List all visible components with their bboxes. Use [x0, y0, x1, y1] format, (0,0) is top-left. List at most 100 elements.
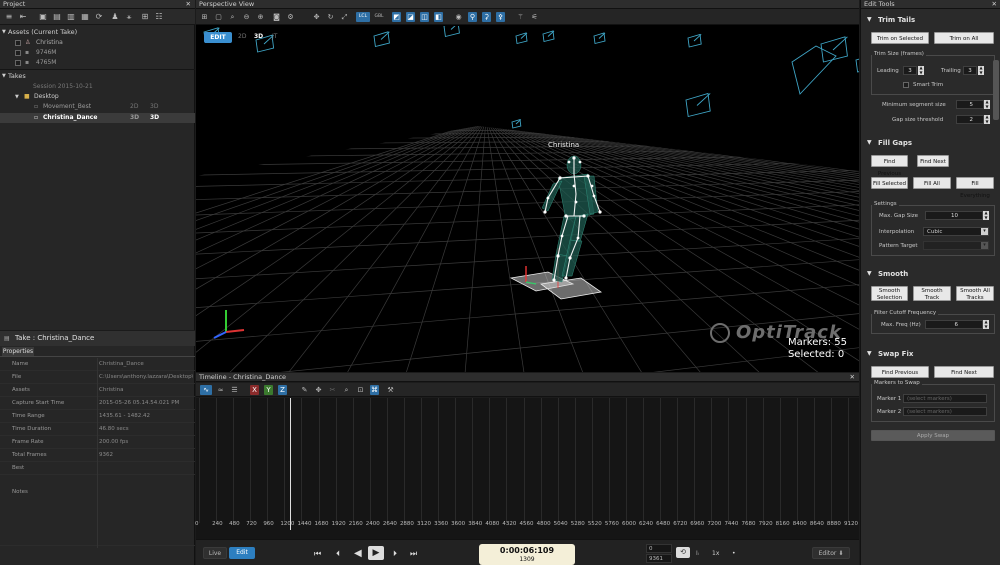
cut-icon[interactable]: ✂	[328, 385, 337, 395]
import-icon[interactable]: ⇤	[18, 12, 28, 22]
grid-view-icon[interactable]: ⊞	[140, 12, 150, 22]
find-next-button[interactable]: Find Next	[917, 155, 949, 167]
select-rigid-icon[interactable]: ◫	[420, 12, 429, 22]
actor-icon[interactable]: ♟	[110, 12, 120, 22]
collapse-triangle-icon[interactable]: ▼	[2, 71, 6, 81]
collapse-triangle-icon[interactable]: ▼	[867, 268, 872, 280]
list-view-icon[interactable]: ☷	[154, 12, 164, 22]
asset-checkbox[interactable]	[15, 40, 21, 46]
other-mode-button[interactable]: JT	[272, 33, 277, 40]
range-start-field[interactable]: 0	[646, 544, 672, 553]
3d-scene[interactable]	[196, 26, 859, 372]
select-skeleton-icon[interactable]: ◧	[434, 12, 443, 22]
property-value[interactable]: Christina_Dance	[99, 358, 193, 371]
asset-icon[interactable]: ⚹	[124, 12, 134, 22]
marker-link-icon[interactable]: ⚲	[468, 12, 477, 22]
global-space-button[interactable]: GBL	[372, 12, 386, 22]
assets-section-header[interactable]: ▼ Assets (Current Take)	[0, 27, 195, 37]
edit-tools-scrollbar[interactable]	[993, 60, 999, 120]
leading-input[interactable]: 3	[903, 66, 917, 75]
fill-everything-button[interactable]: Fill Everything	[956, 177, 994, 199]
go-to-end-icon[interactable]: ⏭	[410, 549, 417, 559]
2d-mode-button[interactable]: 2D	[238, 33, 246, 40]
smooth-selection-button[interactable]: Smooth Selection	[871, 286, 908, 301]
live-mode-button[interactable]: Live	[203, 547, 227, 559]
marker-trail-icon[interactable]: ⚴	[496, 12, 505, 22]
list-view-icon[interactable]: ☰	[230, 385, 239, 395]
property-value[interactable]: 46.80 secs	[99, 423, 193, 436]
collapse-triangle-icon[interactable]: ▼	[15, 92, 19, 102]
take-row[interactable]: ▫ Movement_Best 2D 3D	[0, 102, 195, 112]
step-forward-icon[interactable]: ⏵	[393, 549, 397, 559]
snap-icon[interactable]: ⌘	[370, 385, 379, 395]
go-to-start-icon[interactable]: ⏮	[314, 549, 321, 559]
stepper-arrows-icon[interactable]: ▲ ▼	[918, 65, 924, 75]
range-end-field[interactable]: 9361	[646, 554, 672, 563]
play-reverse-icon[interactable]: ◀	[354, 549, 362, 559]
zoom-fit-icon[interactable]: ⊕	[256, 12, 265, 22]
smart-trim-checkbox[interactable]	[903, 82, 909, 88]
select-markers-icon[interactable]: ◩	[392, 12, 401, 22]
fill-selected-button[interactable]: Fill Selected	[871, 177, 908, 189]
remove-icon[interactable]: ▦	[80, 12, 90, 22]
swap-find-next-button[interactable]: Find Next	[934, 366, 994, 378]
stepper-arrows-icon[interactable]: ▲ ▼	[978, 65, 984, 75]
collapse-triangle-icon[interactable]: ▼	[867, 348, 872, 360]
pen-icon[interactable]: ✎	[300, 385, 309, 395]
visibility-icon[interactable]: ◉	[454, 12, 463, 22]
property-value[interactable]: Christina	[99, 384, 193, 397]
wand-icon[interactable]: ⚚	[516, 12, 525, 22]
x-channel-icon[interactable]: X	[250, 385, 259, 395]
smooth-all-tracks-button[interactable]: Smooth All Tracks	[956, 286, 994, 301]
perspective-view[interactable]: Perspective View ⊞ ▢ ⌕ ⊖ ⊕ ◙ ⚙ ✥ ↻ ⤢ LCL…	[196, 0, 859, 372]
select-bones-icon[interactable]: ◪	[406, 12, 415, 22]
add-take-icon[interactable]: ▥	[66, 12, 76, 22]
close-icon[interactable]: ✕	[992, 0, 997, 9]
3d-mode-button[interactable]: 3D	[254, 33, 263, 40]
property-value[interactable]: C:\Users\anthony.lazzara\Desktop\C	[99, 371, 193, 384]
scale-icon[interactable]: ⤢	[340, 12, 349, 22]
playback-speed[interactable]: 1x	[712, 549, 719, 559]
zoom-icon[interactable]: ⌕	[342, 385, 351, 395]
asset-row[interactable]: ▪ 4765M	[0, 58, 195, 68]
play-icon[interactable]: ▶	[368, 546, 384, 560]
settings-icon[interactable]: ⚙	[286, 12, 295, 22]
fill-all-button[interactable]: Fill All	[913, 177, 951, 189]
max-gap-input[interactable]: 10	[925, 211, 983, 220]
trim-on-selected-button[interactable]: Trim on Selected	[871, 32, 929, 44]
loop-icon[interactable]: ⟲	[676, 547, 690, 558]
take-row-selected[interactable]: ▫ Christina_Dance 3D 3D	[0, 113, 195, 123]
stepper-arrows-icon[interactable]: ▲ ▼	[983, 319, 989, 329]
stepper-arrows-icon[interactable]: ▲ ▼	[983, 210, 989, 220]
find-previous-button[interactable]: Find Previous	[871, 155, 908, 177]
tools-icon[interactable]: ⚒	[386, 385, 395, 395]
folder-row[interactable]: ▼ ■ Desktop	[0, 92, 195, 102]
zoom-icon[interactable]: ⌕	[228, 12, 237, 22]
edit-mode-button[interactable]: Edit	[229, 547, 255, 559]
screenshot-icon[interactable]: ◙	[272, 12, 281, 22]
fill-gaps-section[interactable]: ▼ Fill Gaps	[861, 137, 1000, 149]
property-value[interactable]: 2015-05-26 05.14.54.021 PM	[99, 397, 193, 410]
asset-row[interactable]: ▪ 9746M	[0, 48, 195, 58]
camera-select-icon[interactable]: ▢	[214, 12, 223, 22]
takes-section-header[interactable]: ▼ Takes	[0, 71, 195, 81]
property-value[interactable]: 9362	[99, 449, 193, 462]
edit-mode-button[interactable]: EDIT	[204, 32, 232, 43]
close-icon[interactable]: ✕	[186, 0, 191, 9]
stepper-arrows-icon[interactable]: ▲ ▼	[984, 99, 990, 109]
editor-dropdown[interactable]: Editor ⬇	[812, 547, 850, 559]
pattern-target-select[interactable]: ▾	[923, 241, 989, 250]
marker2-field[interactable]: (select markers)	[903, 407, 987, 416]
measure-icon[interactable]: ⚟	[530, 12, 539, 22]
y-channel-icon[interactable]: Y	[264, 385, 273, 395]
swap-fix-section[interactable]: ▼ Swap Fix	[861, 348, 1000, 360]
local-space-button[interactable]: LCL	[356, 12, 370, 22]
marker-label-icon[interactable]: ⚳	[482, 12, 491, 22]
asset-row[interactable]: ♙ Christina	[0, 38, 195, 48]
grid-icon[interactable]: ⊞	[200, 12, 209, 22]
tracks-view-icon[interactable]: ∿	[200, 385, 212, 395]
fit-icon[interactable]: ⊡	[356, 385, 365, 395]
max-freq-input[interactable]: 6	[925, 320, 983, 329]
apply-swap-button[interactable]: Apply Swap	[871, 430, 995, 441]
smooth-track-button[interactable]: Smooth Track	[913, 286, 951, 301]
